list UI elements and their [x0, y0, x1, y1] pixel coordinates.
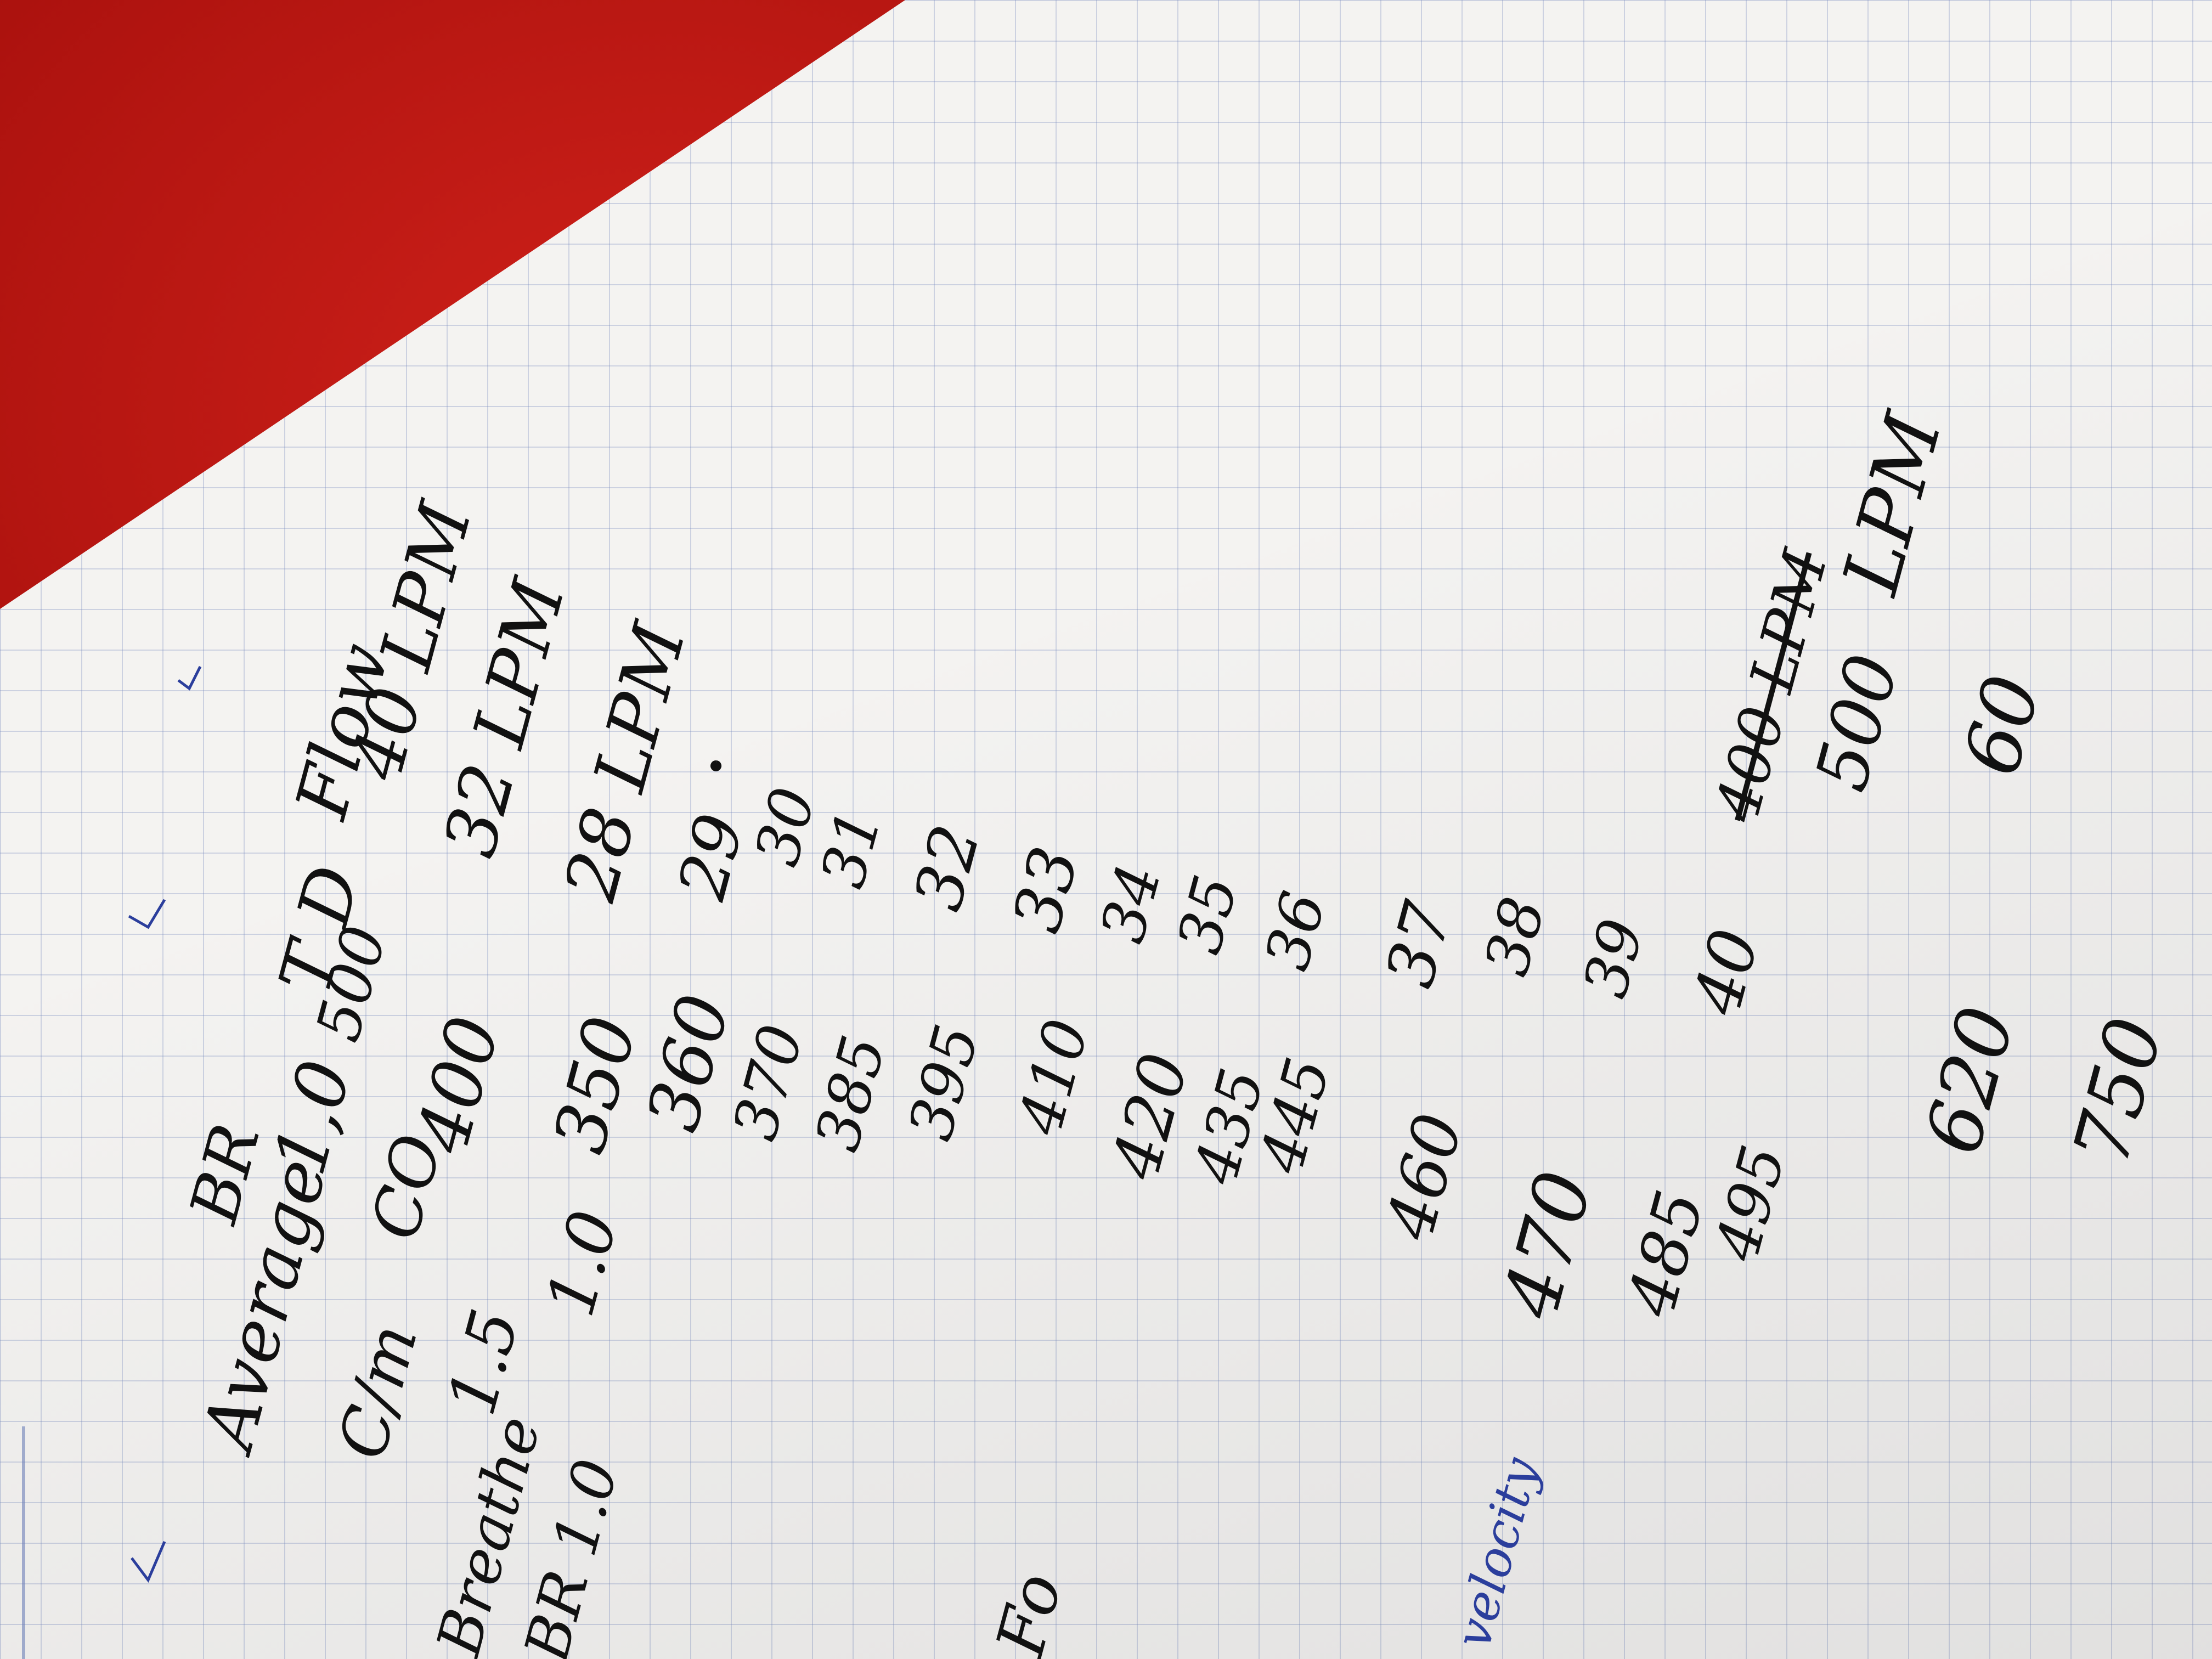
- tick-mark: [131, 1541, 166, 1583]
- photo-scene: BR Average 1,0 T D Flow C/m CO 500 40 LP…: [0, 0, 2212, 1659]
- pencil-tick-marks: [128, 665, 722, 1583]
- tick-mark: [177, 665, 202, 691]
- period-mark: [710, 760, 722, 771]
- tick-mark: [128, 899, 166, 929]
